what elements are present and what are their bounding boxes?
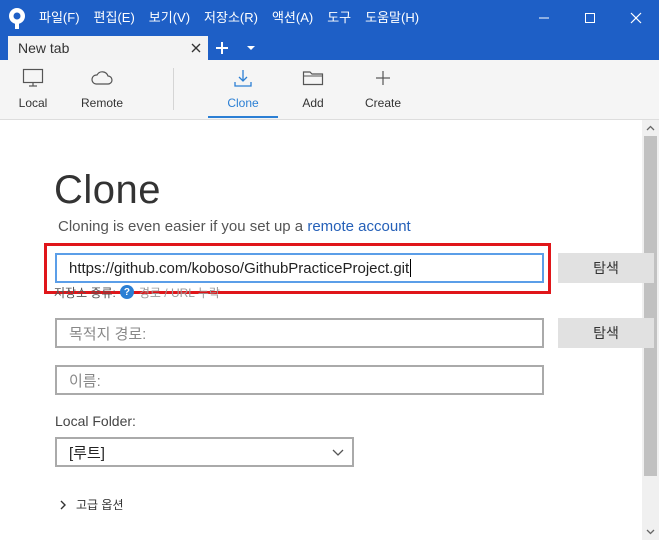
- toolbar: Local Remote Clone Add Create: [0, 60, 659, 120]
- tab-list-dropdown-icon[interactable]: [242, 38, 260, 58]
- browse-destination-button[interactable]: 탐색: [558, 318, 654, 348]
- local-folder-value: [루트]: [69, 444, 105, 462]
- page-title: Clone: [54, 168, 162, 212]
- local-folder-label: Local Folder:: [55, 413, 136, 429]
- scroll-down-icon[interactable]: [642, 524, 659, 540]
- tab-new-tab[interactable]: New tab: [8, 36, 208, 60]
- menu-help[interactable]: 도움말(H): [365, 0, 419, 36]
- clone-label: Clone: [227, 96, 259, 110]
- create-button[interactable]: Create: [360, 60, 406, 118]
- create-label: Create: [364, 96, 402, 110]
- add-label: Add: [302, 96, 324, 110]
- subtitle-text: Cloning is even easier if you set up a: [58, 218, 304, 235]
- browse-source-button[interactable]: 탐색: [558, 253, 654, 283]
- repo-type-hint: 경로 / URL 누락: [138, 285, 220, 300]
- repo-type-row: 저장소 종류: ? 경로 / URL 누락: [54, 284, 220, 300]
- clone-button[interactable]: Clone: [208, 60, 278, 118]
- cloud-icon: [91, 60, 113, 96]
- download-icon: [233, 60, 253, 96]
- menu-repository[interactable]: 저장소(R): [204, 0, 258, 36]
- clone-subtitle: Cloning is even easier if you set up a r…: [58, 218, 411, 235]
- chevron-right-icon: [60, 500, 66, 510]
- tab-label: New tab: [18, 40, 70, 56]
- menu-view[interactable]: 보기(V): [149, 0, 190, 36]
- window-controls: [521, 0, 659, 36]
- remote-label: Remote: [80, 96, 124, 110]
- toolbar-divider: [173, 68, 174, 110]
- menu-file[interactable]: 파일(F): [39, 0, 80, 36]
- advanced-options-label: 고급 옵션: [76, 498, 124, 512]
- menu-edit[interactable]: 편집(E): [94, 0, 135, 36]
- destination-path-input[interactable]: 목적지 경로:: [55, 318, 544, 348]
- remote-button[interactable]: Remote: [78, 60, 126, 118]
- monitor-icon: [22, 60, 44, 96]
- scroll-up-icon[interactable]: [642, 120, 659, 136]
- name-placeholder: 이름:: [69, 372, 101, 390]
- add-button[interactable]: Add: [295, 60, 331, 118]
- close-button[interactable]: [613, 0, 659, 36]
- menu-actions[interactable]: 액션(A): [272, 0, 313, 36]
- advanced-options-toggle[interactable]: 고급 옵션: [60, 496, 124, 513]
- menu-bar: 파일(F) 편집(E) 보기(V) 저장소(R) 액션(A) 도구 도움말(H): [39, 0, 433, 36]
- local-button[interactable]: Local: [12, 60, 54, 118]
- sourcetree-logo-icon: [5, 6, 29, 30]
- folder-icon: [302, 60, 324, 96]
- title-bar: 파일(F) 편집(E) 보기(V) 저장소(R) 액션(A) 도구 도움말(H): [0, 0, 659, 36]
- scrollbar-thumb[interactable]: [644, 136, 657, 476]
- minimize-button[interactable]: [521, 0, 567, 36]
- local-folder-select[interactable]: [루트]: [55, 437, 354, 467]
- maximize-icon: [585, 13, 595, 23]
- menu-tools[interactable]: 도구: [327, 0, 351, 36]
- close-icon: [630, 12, 642, 24]
- name-input[interactable]: 이름:: [55, 365, 544, 395]
- local-label: Local: [18, 96, 48, 110]
- tab-close-icon[interactable]: [188, 40, 204, 56]
- info-icon: ?: [119, 285, 134, 299]
- add-tab-icon[interactable]: [212, 38, 232, 58]
- repo-type-label: 저장소 종류:: [54, 285, 116, 300]
- tab-strip: New tab: [0, 36, 659, 60]
- chevron-down-icon: [332, 445, 344, 463]
- maximize-button[interactable]: [567, 0, 613, 36]
- minimize-icon: [539, 17, 549, 19]
- remote-account-link[interactable]: remote account: [307, 218, 410, 235]
- plus-icon: [374, 60, 392, 96]
- destination-path-placeholder: 목적지 경로:: [69, 325, 147, 343]
